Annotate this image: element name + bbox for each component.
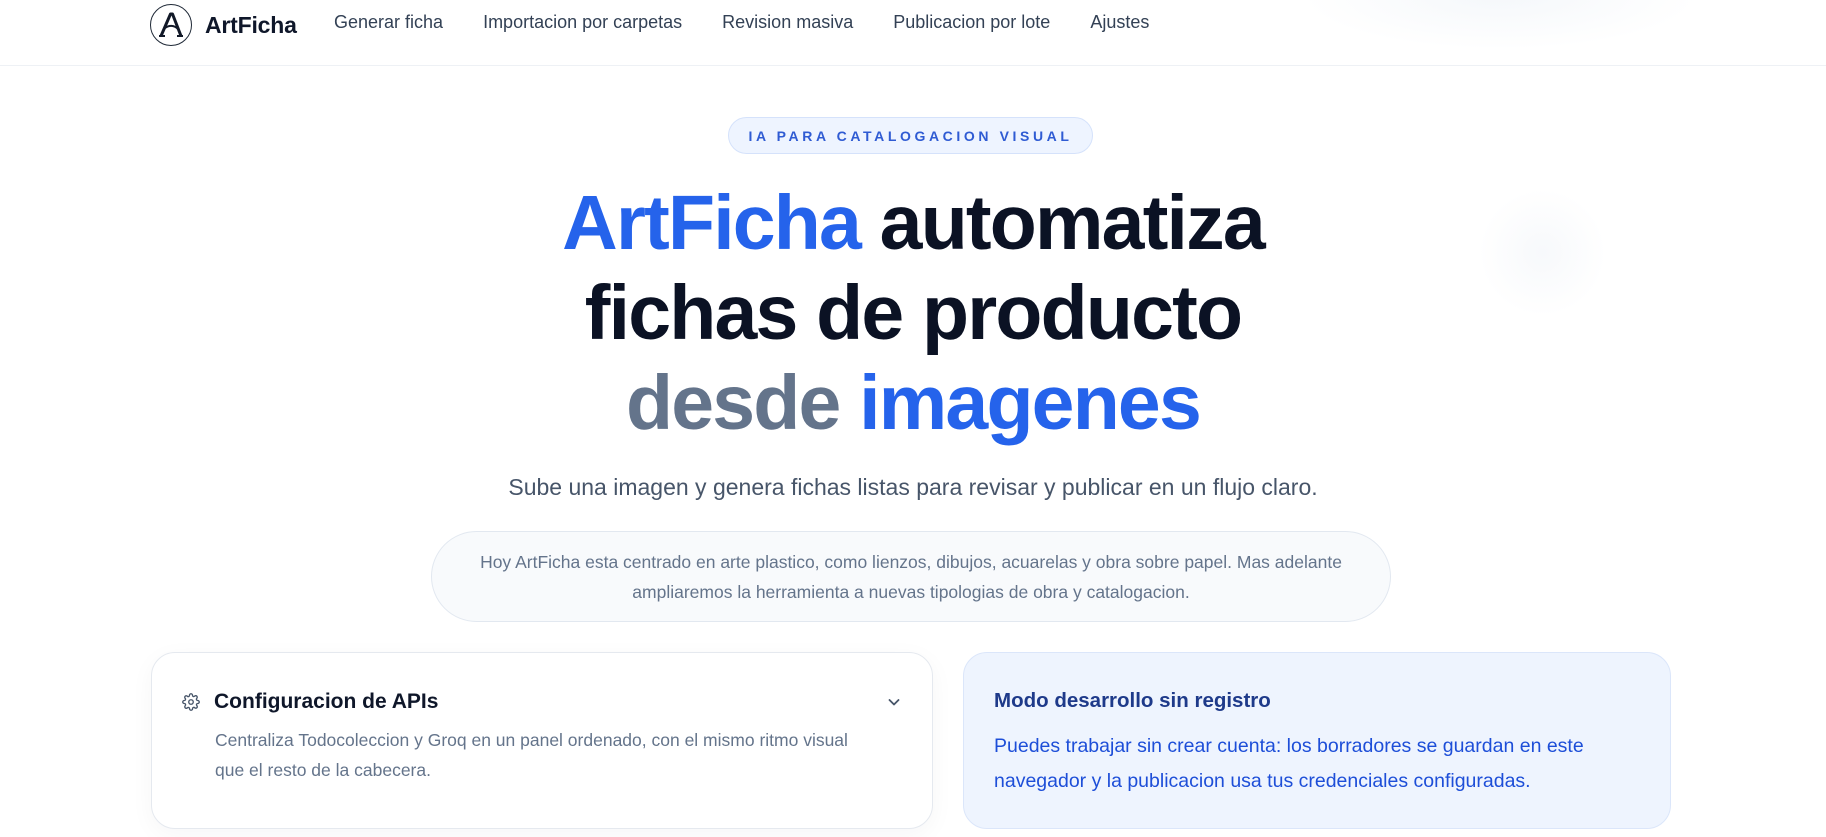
brand-link[interactable]: ArtFicha: [150, 3, 297, 47]
brand-name: ArtFicha: [205, 11, 297, 38]
chevron-down-icon[interactable]: [886, 694, 902, 710]
scope-note-text: Hoy ArtFicha esta centrado en arte plast…: [480, 551, 1342, 602]
hero-subtitle: Sube una imagen y genera fichas listas p…: [508, 474, 1318, 500]
nav-item-publicacion-por-lote[interactable]: Publicacion por lote: [893, 12, 1050, 33]
headline-line-3: desde imagenes: [413, 358, 1413, 448]
api-config-toggle[interactable]: Configuracion de APIs: [182, 687, 902, 717]
gear-icon: [182, 693, 200, 711]
dev-mode-title: Modo desarrollo sin registro: [994, 689, 1271, 712]
hero-eyebrow-badge: IA PARA CATALOGACION VISUAL: [728, 117, 1093, 154]
nav-item-generar-ficha[interactable]: Generar ficha: [334, 12, 443, 33]
headline-line-2: fichas de producto: [584, 270, 1243, 356]
headline-accent-word: imagenes: [859, 360, 1202, 446]
headline-muted-word: desde: [626, 360, 841, 446]
dev-mode-description: Puedes trabajar sin crear cuenta: los bo…: [994, 735, 1584, 792]
dev-mode-card: Modo desarrollo sin registro Puedes trab…: [963, 652, 1671, 829]
headline-line-1: ArtFicha automatiza: [413, 178, 1413, 268]
nav-item-ajustes[interactable]: Ajustes: [1090, 12, 1149, 33]
nav-item-importacion-por-carpetas[interactable]: Importacion por carpetas: [483, 12, 682, 33]
logo-letter-icon: [159, 12, 183, 37]
main-nav: Generar ficha Importacion por carpetas R…: [334, 12, 1189, 33]
headline-brand-accent: ArtFicha: [562, 180, 862, 266]
headline-line-1-rest: automatiza: [860, 180, 1266, 266]
page: ArtFicha Generar ficha Importacion por c…: [0, 0, 1826, 837]
top-header: ArtFicha Generar ficha Importacion por c…: [0, 0, 1826, 66]
hero-headline: ArtFicha automatiza fichas de producto d…: [413, 178, 1413, 448]
api-config-title: Configuracion de APIs: [214, 690, 439, 713]
nav-item-revision-masiva[interactable]: Revision masiva: [722, 12, 853, 33]
scope-note: Hoy ArtFicha esta centrado en arte plast…: [431, 531, 1391, 622]
artficha-logo-icon: [150, 4, 192, 46]
api-config-description: Centraliza Todocoleccion y Groq en un pa…: [215, 730, 848, 780]
api-config-card: Configuracion de APIs Centraliza Todocol…: [151, 652, 933, 829]
decorative-blob-right: [1480, 190, 1605, 315]
